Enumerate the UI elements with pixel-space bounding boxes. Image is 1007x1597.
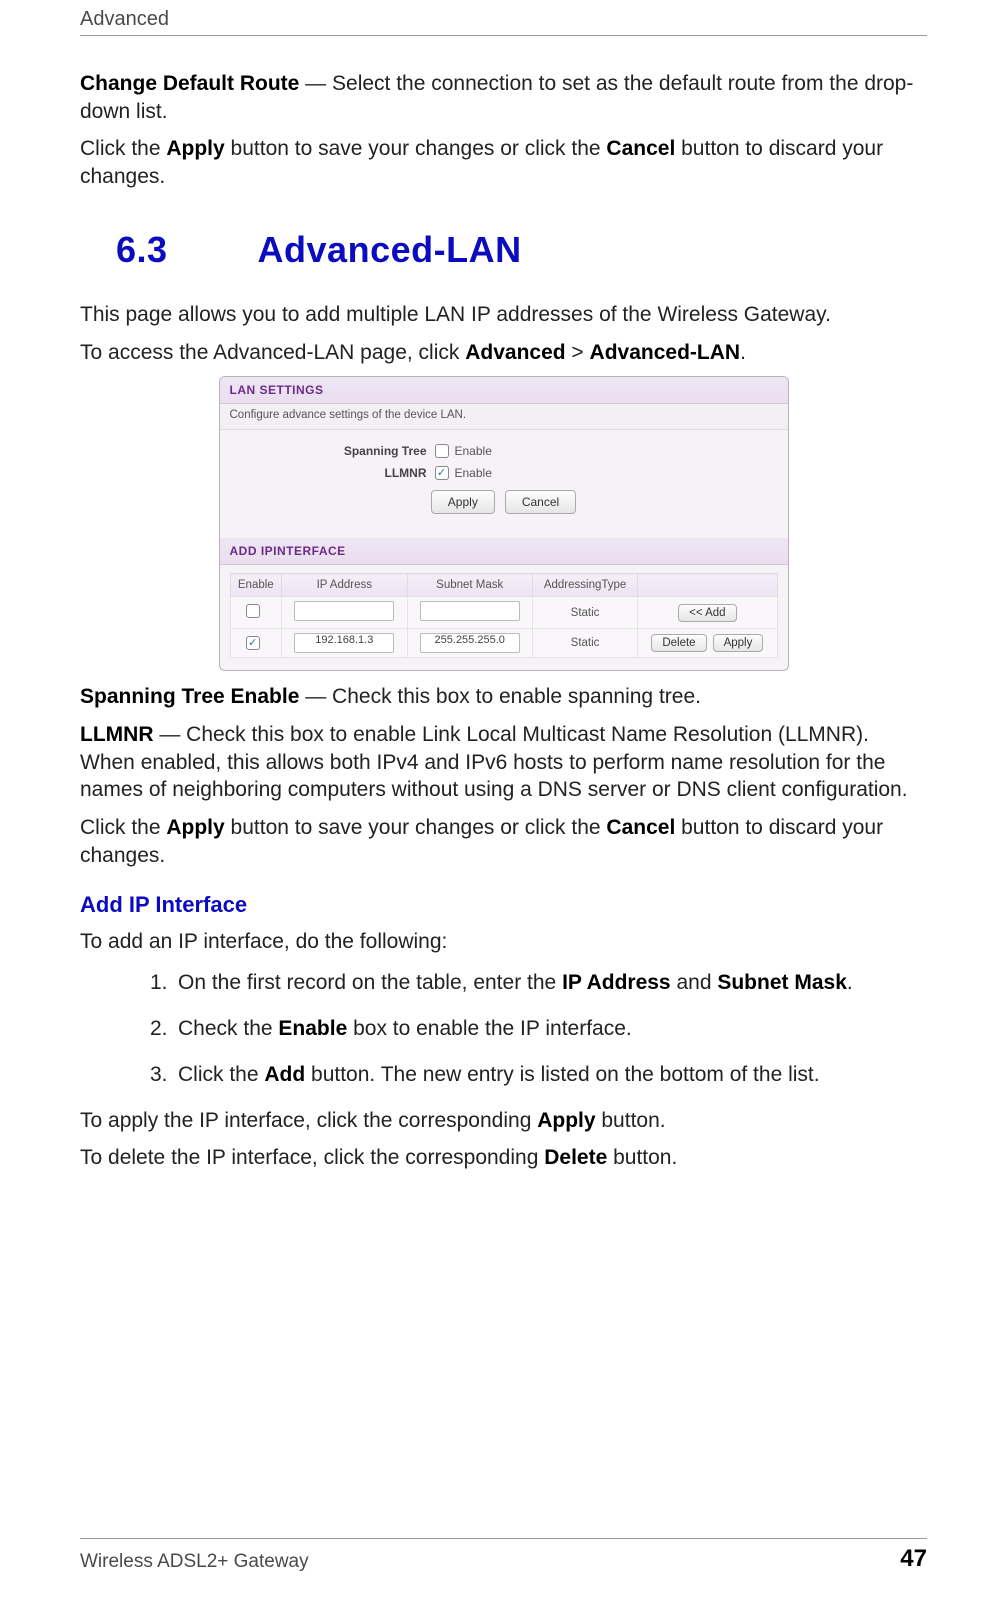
heading-number: 6.3	[116, 229, 168, 271]
label-spanning-tree: Spanning Tree	[230, 444, 435, 458]
checkbox-llmnr[interactable]	[435, 466, 449, 480]
ip-input-row1[interactable]	[294, 601, 394, 621]
apply-word: Apply	[537, 1109, 595, 1132]
cancel-button[interactable]: Cancel	[505, 490, 576, 514]
mask-input-row2[interactable]: 255.255.255.0	[420, 633, 520, 653]
type-cell: Static	[532, 597, 637, 629]
para-access: To access the Advanced-LAN page, click A…	[80, 339, 927, 367]
term-llmnr: LLMNR	[80, 723, 153, 746]
ordered-list: 1. On the first record on the table, ent…	[150, 969, 927, 1088]
para-intro: This page allows you to add multiple LAN…	[80, 301, 927, 329]
col-type: AddressingType	[532, 574, 637, 597]
enable-term: Enable	[278, 1017, 347, 1040]
table-row: 192.168.1.3 255.255.255.0 Static Delete …	[230, 629, 777, 658]
para-delete-if: To delete the IP interface, click the co…	[80, 1144, 927, 1172]
apply-word: Apply	[166, 816, 224, 839]
delete-button[interactable]: Delete	[651, 634, 706, 652]
text: To apply the IP interface, click the cor…	[80, 1109, 537, 1132]
subnet-mask-term: Subnet Mask	[717, 971, 847, 994]
text: button.	[596, 1109, 666, 1132]
mask-input-row1[interactable]	[420, 601, 520, 621]
text: button to save your changes or click the	[225, 816, 607, 839]
cancel-word: Cancel	[606, 137, 675, 160]
cancel-word: Cancel	[606, 816, 675, 839]
para-llmnr: LLMNR — Check this box to enable Link Lo…	[80, 721, 927, 804]
row-llmnr: LLMNR Enable	[230, 466, 778, 480]
list-item: 2. Check the Enable box to enable the IP…	[150, 1015, 927, 1043]
list-number: 1.	[150, 969, 168, 997]
col-ip: IP Address	[282, 574, 407, 597]
text: Click the	[80, 816, 166, 839]
text: Click the	[178, 1063, 264, 1086]
para-apply-if: To apply the IP interface, click the cor…	[80, 1107, 927, 1135]
text: Click the	[80, 137, 166, 160]
running-header: Advanced	[80, 0, 927, 36]
para-apply-cancel-1: Click the Apply button to save your chan…	[80, 135, 927, 190]
col-actions	[638, 574, 777, 597]
panel-title-add-ip: ADD IPINTERFACE	[220, 538, 788, 565]
text: .	[740, 341, 746, 364]
term-spanning: Spanning Tree Enable	[80, 685, 299, 708]
text: Check the	[178, 1017, 278, 1040]
text: and	[671, 971, 718, 994]
page-number: 47	[900, 1545, 927, 1573]
text: On the first record on the table, enter …	[178, 971, 562, 994]
screenshot-lan-settings: LAN SETTINGS Configure advance settings …	[219, 376, 789, 671]
table-row: Static << Add	[230, 597, 777, 629]
col-enable: Enable	[230, 574, 282, 597]
page-footer: Wireless ADSL2+ Gateway 47	[80, 1538, 927, 1573]
list-item: 1. On the first record on the table, ent…	[150, 969, 927, 997]
text: — Check this box to enable spanning tree…	[299, 685, 701, 708]
apply-word: Apply	[166, 137, 224, 160]
footer-product: Wireless ADSL2+ Gateway	[80, 1551, 309, 1573]
heading-title: Advanced-LAN	[258, 229, 522, 271]
para-apply-cancel-2: Click the Apply button to save your chan…	[80, 814, 927, 869]
checkbox-spanning-tree[interactable]	[435, 444, 449, 458]
para-spanning: Spanning Tree Enable — Check this box to…	[80, 683, 927, 711]
text: button.	[607, 1146, 677, 1169]
col-mask: Subnet Mask	[407, 574, 532, 597]
text: .	[847, 971, 853, 994]
panel-title-lan-settings: LAN SETTINGS	[220, 377, 788, 404]
apply-button[interactable]: Apply	[431, 490, 495, 514]
para-change-default-route: Change Default Route — Select the connec…	[80, 70, 927, 125]
nav-advanced: Advanced	[465, 341, 565, 364]
delete-word: Delete	[544, 1146, 607, 1169]
apply-row-button[interactable]: Apply	[713, 634, 764, 652]
text: To access the Advanced-LAN page, click	[80, 341, 465, 364]
nav-advanced-lan: Advanced-LAN	[590, 341, 741, 364]
row-spanning-tree: Spanning Tree Enable	[230, 444, 778, 458]
ip-input-row2[interactable]: 192.168.1.3	[294, 633, 394, 653]
text: button to save your changes or click the	[225, 137, 607, 160]
add-term: Add	[264, 1063, 305, 1086]
ip-address-term: IP Address	[562, 971, 671, 994]
panel-subtitle: Configure advance settings of the device…	[220, 404, 788, 430]
term-change-default-route: Change Default Route	[80, 72, 299, 95]
list-number: 3.	[150, 1061, 168, 1089]
para-addip-intro: To add an IP interface, do the following…	[80, 928, 927, 956]
text-enable: Enable	[455, 466, 492, 480]
checkbox-enable-row1[interactable]	[246, 604, 260, 618]
text: box to enable the IP interface.	[347, 1017, 631, 1040]
heading-6-3: 6.3 Advanced-LAN	[116, 229, 927, 271]
text-enable: Enable	[455, 444, 492, 458]
ip-interface-table: Enable IP Address Subnet Mask Addressing…	[230, 573, 778, 658]
add-button[interactable]: << Add	[678, 604, 736, 622]
list-number: 2.	[150, 1015, 168, 1043]
text: >	[566, 341, 590, 364]
type-cell: Static	[532, 629, 637, 658]
text: button. The new entry is listed on the b…	[305, 1063, 819, 1086]
label-llmnr: LLMNR	[230, 466, 435, 480]
text: To delete the IP interface, click the co…	[80, 1146, 544, 1169]
checkbox-enable-row2[interactable]	[246, 636, 260, 650]
heading-add-ip-interface: Add IP Interface	[80, 892, 927, 918]
text: — Check this box to enable Link Local Mu…	[80, 723, 908, 801]
list-item: 3. Click the Add button. The new entry i…	[150, 1061, 927, 1089]
